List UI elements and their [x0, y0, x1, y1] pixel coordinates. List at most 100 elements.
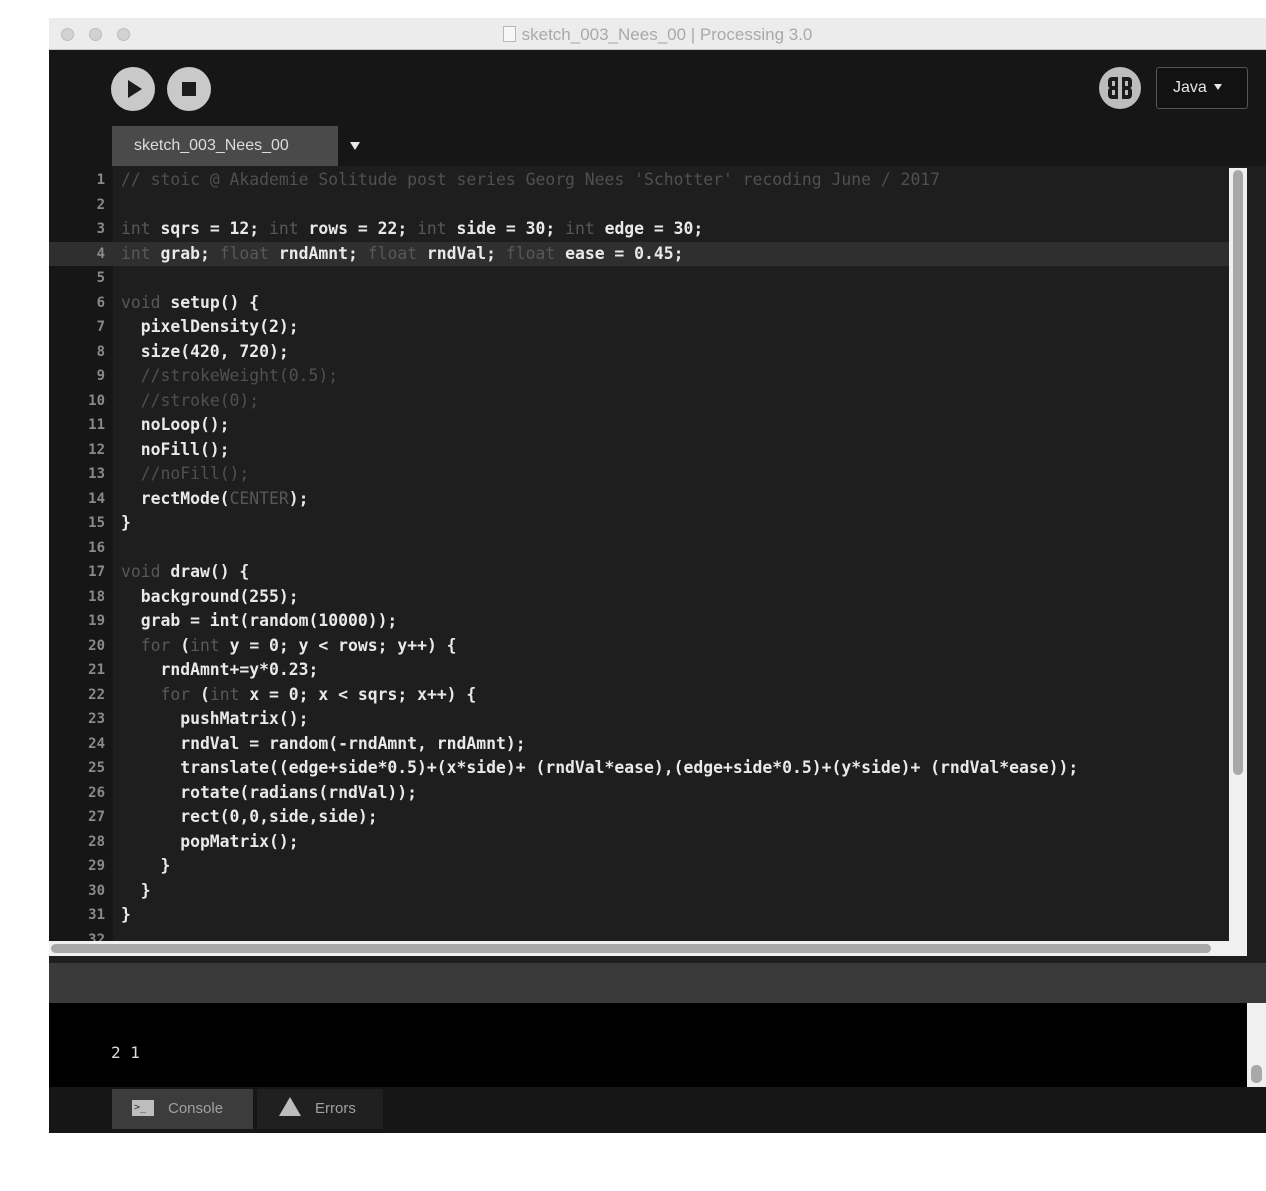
line-number: 29: [88, 858, 105, 874]
code-line[interactable]: 27 rect(0,0,side,side);: [49, 805, 1229, 830]
console-output: 2 1: [111, 1043, 140, 1062]
line-number: 12: [88, 441, 105, 458]
line-number: 4: [96, 245, 105, 262]
code-text: for (int x = 0; x < sqrs; x++) {: [160, 684, 477, 704]
line-number: 2: [96, 196, 105, 213]
line-number: 17: [88, 564, 105, 580]
code-text: translate((edge+side*0.5)+(x*side)+ (rnd…: [121, 758, 1079, 777]
errors-tab-label: Errors: [315, 1100, 356, 1117]
code-text: size(420, 720);: [121, 341, 289, 361]
sketch-tab[interactable]: sketch_003_Nees_00: [112, 126, 338, 166]
code-text: //noFill();: [140, 464, 250, 483]
stop-button[interactable]: [167, 67, 211, 111]
editor-horizontal-scrollbar[interactable]: [49, 941, 1247, 956]
editor-horizontal-scroll-thumb[interactable]: [51, 944, 1211, 953]
errors-tab[interactable]: Errors: [257, 1089, 383, 1129]
line-number: 6: [96, 294, 105, 311]
code-text: popMatrix();: [121, 831, 299, 851]
processing-window: sketch_003_Nees_00 | Processing 3.0 Java…: [49, 18, 1266, 1133]
code-text: void draw() {: [121, 562, 250, 581]
code-line[interactable]: 20 for (int y = 0; y < rows; y++) {: [49, 634, 1229, 659]
code-line[interactable]: 13 //noFill();: [49, 462, 1229, 487]
code-line[interactable]: 25 translate((edge+side*0.5)+(x*side)+ (…: [49, 756, 1229, 781]
debug-button[interactable]: [1099, 67, 1141, 109]
code-text: int sqrs = 12; int rows = 22; int side =…: [121, 219, 704, 238]
stop-icon: [182, 82, 196, 96]
line-number: 22: [88, 686, 105, 703]
code-line[interactable]: 31}: [49, 903, 1229, 928]
console-scrollbar[interactable]: [1247, 1003, 1266, 1087]
code-line[interactable]: 6 void setup() {: [49, 291, 1229, 316]
line-number: 3: [96, 221, 105, 237]
code-line[interactable]: 24 rndVal = random(-rndAmnt, rndAmnt);: [49, 732, 1229, 757]
window-title: sketch_003_Nees_00 | Processing 3.0: [49, 25, 1266, 45]
line-number: 10: [88, 392, 105, 409]
code-line[interactable]: 19 grab = int(random(10000));: [49, 609, 1229, 634]
line-number: 15: [88, 515, 105, 531]
line-number: 5: [96, 270, 105, 286]
line-number: 21: [88, 662, 105, 678]
code-line[interactable]: 18 background(255);: [49, 585, 1229, 610]
code-line[interactable]: 8 size(420, 720);: [49, 340, 1229, 365]
code-line[interactable]: 23 pushMatrix();: [49, 707, 1229, 732]
code-line[interactable]: 16: [49, 536, 1229, 561]
code-line[interactable]: 12 noFill();: [49, 438, 1229, 463]
editor-console-divider[interactable]: [49, 963, 1266, 1003]
line-number: 14: [88, 490, 105, 507]
code-line[interactable]: 9 //strokeWeight(0.5);: [49, 364, 1229, 389]
code-text: pixelDensity(2);: [121, 317, 299, 336]
tab-menu-button[interactable]: [340, 126, 370, 166]
code-text: //stroke(0);: [140, 390, 260, 410]
code-line[interactable]: 4 int grab; float rndAmnt; float rndVal; …: [49, 241, 1229, 266]
console-scroll-thumb[interactable]: [1251, 1065, 1262, 1083]
code-text: void setup() {: [121, 292, 260, 312]
code-line[interactable]: 17 void draw() {: [49, 560, 1229, 585]
console-tab[interactable]: Console: [112, 1088, 253, 1129]
line-number: 23: [88, 711, 105, 727]
code-line[interactable]: 30 }: [49, 879, 1229, 904]
code-text: rotate(radians(rndVal));: [121, 782, 418, 802]
code-line[interactable]: 5: [49, 266, 1229, 291]
code-text: rndAmnt+=y*0.23;: [121, 660, 319, 679]
code-line[interactable]: 2: [49, 193, 1229, 218]
chevron-down-icon: [1213, 84, 1222, 90]
code-line[interactable]: 22 for (int x = 0; x < sqrs; x++) {: [49, 683, 1229, 708]
play-icon: [128, 80, 142, 98]
code-text: }: [121, 856, 171, 875]
mode-selector[interactable]: Java: [1156, 67, 1248, 109]
code-text: // stoic @ Akademie Solitude post series…: [121, 170, 941, 189]
line-number: 18: [88, 588, 105, 605]
code-line[interactable]: 15}: [49, 511, 1229, 536]
window-title-text: sketch_003_Nees_00 | Processing 3.0: [521, 25, 813, 44]
code-text: rect(0,0,side,side);: [121, 807, 378, 826]
code-line[interactable]: 28 popMatrix();: [49, 830, 1229, 855]
code-line[interactable]: 21 rndAmnt+=y*0.23;: [49, 658, 1229, 683]
code-text: rndVal = random(-rndAmnt, rndAmnt);: [121, 733, 526, 753]
line-number: 24: [88, 735, 105, 752]
line-number: 19: [88, 613, 105, 629]
code-line[interactable]: 10 //stroke(0);: [49, 389, 1229, 414]
code-editor[interactable]: 1 // stoic @ Akademie Solitude post serie…: [49, 166, 1266, 956]
code-line[interactable]: 1 // stoic @ Akademie Solitude post serie…: [49, 168, 1229, 193]
code-line[interactable]: 29 }: [49, 854, 1229, 879]
editor-vertical-scroll-thumb[interactable]: [1233, 170, 1243, 775]
code-line[interactable]: 26 rotate(radians(rndVal));: [49, 781, 1229, 806]
run-button[interactable]: [111, 67, 155, 111]
code-line[interactable]: 3 int sqrs = 12; int rows = 22; int side …: [49, 217, 1229, 242]
console-icon: [132, 1088, 154, 1128]
code-line[interactable]: 11 noLoop();: [49, 413, 1229, 438]
document-icon: [502, 26, 516, 42]
editor-vertical-scrollbar[interactable]: [1229, 168, 1247, 941]
sketch-tab-strip: sketch_003_Nees_00: [49, 126, 1266, 166]
code-text: grab = int(random(10000));: [121, 611, 398, 630]
line-number: 1: [96, 172, 105, 188]
mode-label: Java: [1173, 79, 1207, 96]
line-number: 20: [88, 637, 105, 654]
line-number: 13: [88, 466, 105, 482]
code-line[interactable]: 14 rectMode(CENTER);: [49, 487, 1229, 512]
code-text: for (int y = 0; y < rows; y++) {: [140, 635, 457, 655]
line-number: 30: [88, 882, 105, 899]
code-text: noFill();: [121, 439, 230, 459]
console-panel: 2 1: [49, 1003, 1266, 1087]
code-line[interactable]: 7 pixelDensity(2);: [49, 315, 1229, 340]
